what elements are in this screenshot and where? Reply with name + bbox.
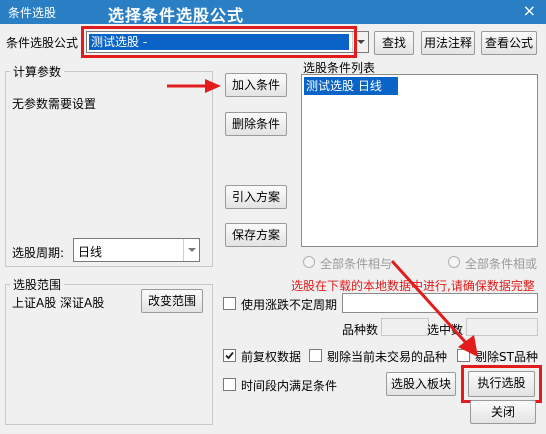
period-label: 选股周期: (12, 246, 65, 260)
range-value: 上证A股 深证A股 (12, 296, 105, 310)
view-formula-button[interactable]: 查看公式 (481, 31, 537, 55)
chevron-down-icon[interactable] (183, 239, 199, 261)
annotation-highlight-formula (81, 26, 357, 58)
period-value: 日线 (78, 245, 103, 259)
usage-notes-button[interactable]: 用法注释 (421, 31, 475, 55)
delete-condition-button[interactable]: 删除条件 (225, 112, 287, 136)
irregular-period-checkbox[interactable] (223, 297, 236, 310)
formula-label: 条件选股公式 (6, 36, 79, 50)
list-item[interactable]: 测试选股 日线 (304, 77, 398, 95)
params-group-title: 计算参数 (10, 63, 65, 80)
radio-all-and[interactable] (303, 256, 315, 268)
find-button[interactable]: 查找 (374, 31, 414, 55)
period-select[interactable]: 日线 (73, 238, 200, 262)
window-title: 条件选股 (8, 6, 57, 20)
change-range-button[interactable]: 改变范围 (141, 289, 203, 313)
import-plan-button[interactable]: 引入方案 (225, 185, 287, 209)
radio-all-and-label: 全部条件相与 (320, 257, 393, 271)
no-params-text: 无参数需要设置 (12, 97, 97, 111)
close-icon[interactable]: × (523, 1, 536, 21)
pre-adjust-label: 前复权数据 (241, 350, 302, 364)
save-plan-button[interactable]: 保存方案 (225, 223, 287, 247)
to-block-button[interactable]: 选股入板块 (386, 372, 456, 396)
irregular-period-label: 使用涨跌不定周期 (241, 298, 338, 312)
condition-list[interactable]: 测试选股 日线 (301, 74, 538, 247)
variety-count-label: 品种数 (342, 323, 379, 337)
exclude-not-traded-checkbox[interactable] (309, 349, 322, 362)
add-condition-button[interactable]: 加入条件 (225, 73, 287, 97)
time-range-checkbox[interactable] (223, 378, 236, 391)
annotation-arrow-icon (167, 79, 221, 93)
annotation-title: 选择条件选股公式 (108, 6, 245, 25)
range-group-title: 选股范围 (10, 276, 65, 293)
time-range-label: 时间段内满足条件 (241, 379, 338, 393)
annotation-highlight-execute (461, 365, 542, 403)
close-button[interactable]: 关闭 (470, 400, 536, 424)
title-bar: 条件选股 选择条件选股公式 × (0, 0, 546, 25)
pre-adjust-checkbox[interactable] (223, 349, 236, 362)
annotation-arrow-icon (390, 259, 478, 357)
